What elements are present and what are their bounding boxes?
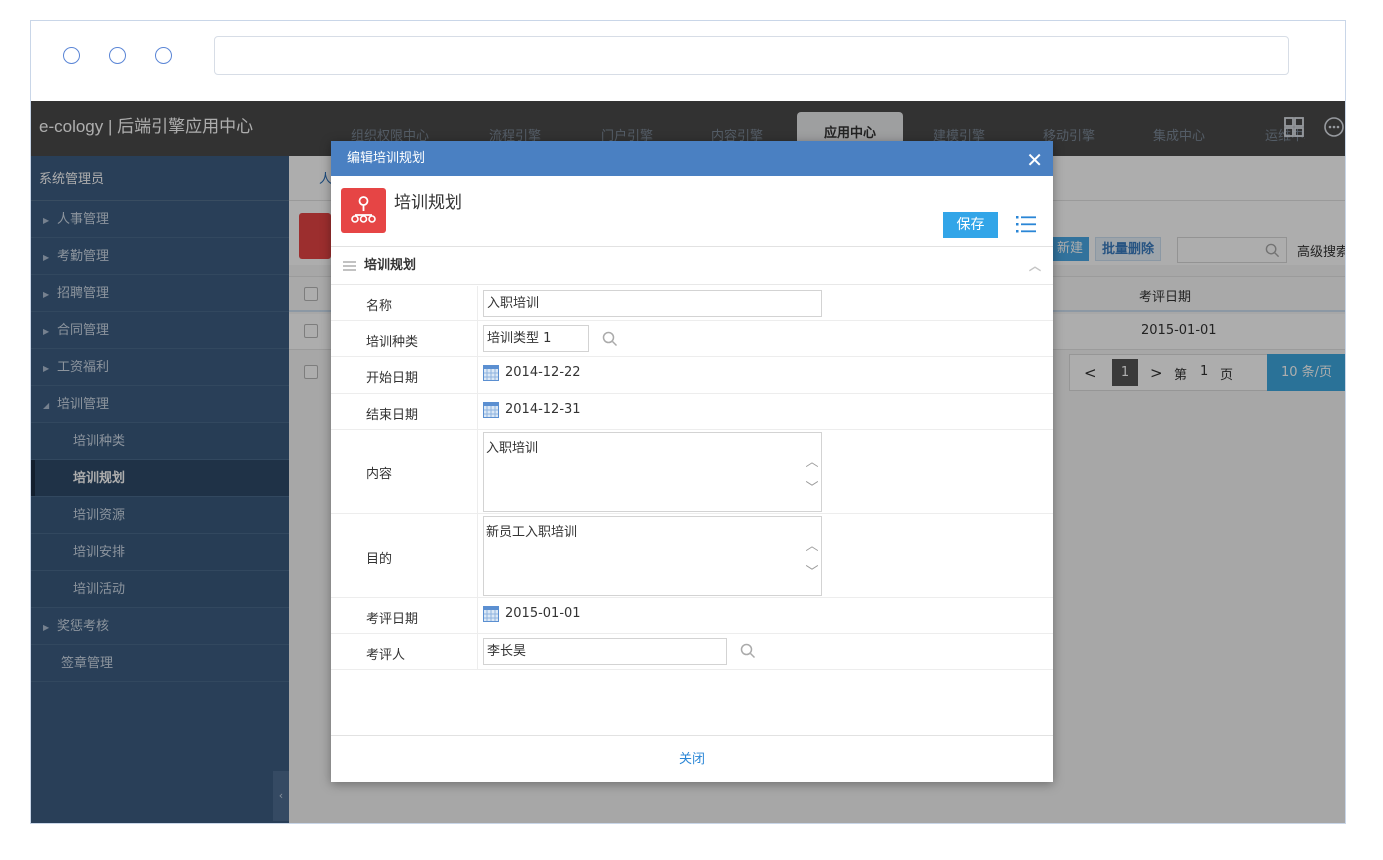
scroll-down-icon[interactable]: ﹀ [803,477,821,496]
dialog-titlebar: 编辑培训规划 ✕ [331,141,1053,176]
close-button[interactable]: 关闭 [679,752,705,767]
calendar-icon[interactable] [483,365,499,381]
calendar-icon[interactable] [483,606,499,622]
type-label: 培训种类 [366,335,419,350]
end-cell: 2014-12-31 [477,394,1053,429]
content-cell: 入职培训 ︿ ﹀ [477,430,1053,513]
browser-chrome [31,21,1345,101]
evaluator-input[interactable]: 李长昊 [483,638,727,665]
content-textarea[interactable]: 入职培训 ︿ ﹀ [483,432,822,512]
scroll-up-icon[interactable]: ︿ [803,451,821,470]
start-label: 开始日期 [366,371,419,386]
eval-date-label: 考评日期 [366,612,419,627]
section-title: 培训规划 [364,258,417,273]
field-row-name: 名称 入职培训 [331,286,1053,321]
window-dot-icon[interactable] [63,47,80,64]
search-icon[interactable] [740,643,756,659]
scroll-up-icon[interactable]: ︿ [803,535,821,554]
evaluator-cell: 李长昊 [477,634,1053,669]
dialog-heading: 培训规划 [394,193,462,213]
address-bar[interactable] [214,36,1289,75]
window-dot-icon[interactable] [155,47,172,64]
name-label: 名称 [366,299,393,314]
section-header[interactable]: 培训规划 ︿ [331,247,1053,285]
chevron-up-icon[interactable]: ︿ [1029,247,1041,285]
training-plan-form: 名称 入职培训 培训种类 培训类型 1 开始日期 2014-12-22 结束日期… [331,286,1053,670]
textarea-scrollbar[interactable]: ︿ ﹀ [803,433,821,511]
content-value: 入职培训 [486,441,539,456]
calendar-icon[interactable] [483,402,499,418]
scroll-down-icon[interactable]: ﹀ [803,561,821,580]
field-row-content: 内容 入职培训 ︿ ﹀ [331,430,1053,514]
name-cell: 入职培训 [477,286,1053,320]
textarea-scrollbar[interactable]: ︿ ﹀ [803,517,821,595]
purpose-value: 新员工入职培训 [486,525,578,540]
evaluator-label: 考评人 [366,648,406,663]
end-label: 结束日期 [366,408,419,423]
hamburger-icon [343,261,356,271]
end-date-value[interactable]: 2014-12-31 [505,402,581,417]
field-row-type: 培训种类 培训类型 1 [331,321,1053,357]
field-row-eval-date: 考评日期 2015-01-01 [331,598,1053,634]
type-cell: 培训类型 1 [477,321,1053,356]
search-icon[interactable] [602,331,618,347]
start-cell: 2014-12-22 [477,357,1053,393]
eval-date-value[interactable]: 2015-01-01 [505,606,581,621]
purpose-textarea[interactable]: 新员工入职培训 ︿ ﹀ [483,516,822,596]
dialog-footer: 关闭 [331,735,1053,782]
name-input[interactable]: 入职培训 [483,290,822,317]
field-row-end: 结束日期 2014-12-31 [331,394,1053,430]
close-icon[interactable]: ✕ [1026,141,1043,179]
dialog-header: 培训规划 保存 [331,176,1053,247]
save-button[interactable]: 保存 [943,212,998,238]
dialog-title: 编辑培训规划 [347,151,426,166]
eval-date-cell: 2015-01-01 [477,598,1053,633]
edit-training-plan-dialog: 编辑培训规划 ✕ 培训规划 保存 培训规划 ︿ 名称 入职培训 培训种类 培训类… [331,141,1053,782]
start-date-value[interactable]: 2014-12-22 [505,365,581,380]
browser-window: e-cology | 后端引擎应用中心 系统管理员 ▶ 人事管理 ▶ 考勤管理 ▶ 招聘管… [30,20,1346,824]
purpose-cell: 新员工入职培训 ︿ ﹀ [477,514,1053,597]
content-label: 内容 [366,467,393,482]
window-dot-icon[interactable] [109,47,126,64]
field-row-purpose: 目的 新员工入职培训 ︿ ﹀ [331,514,1053,598]
purpose-label: 目的 [366,552,393,567]
list-menu-icon[interactable] [1015,213,1037,235]
training-plan-icon [341,188,386,233]
type-input[interactable]: 培训类型 1 [483,325,589,352]
field-row-evaluator: 考评人 李长昊 [331,634,1053,670]
field-row-start: 开始日期 2014-12-22 [331,357,1053,394]
